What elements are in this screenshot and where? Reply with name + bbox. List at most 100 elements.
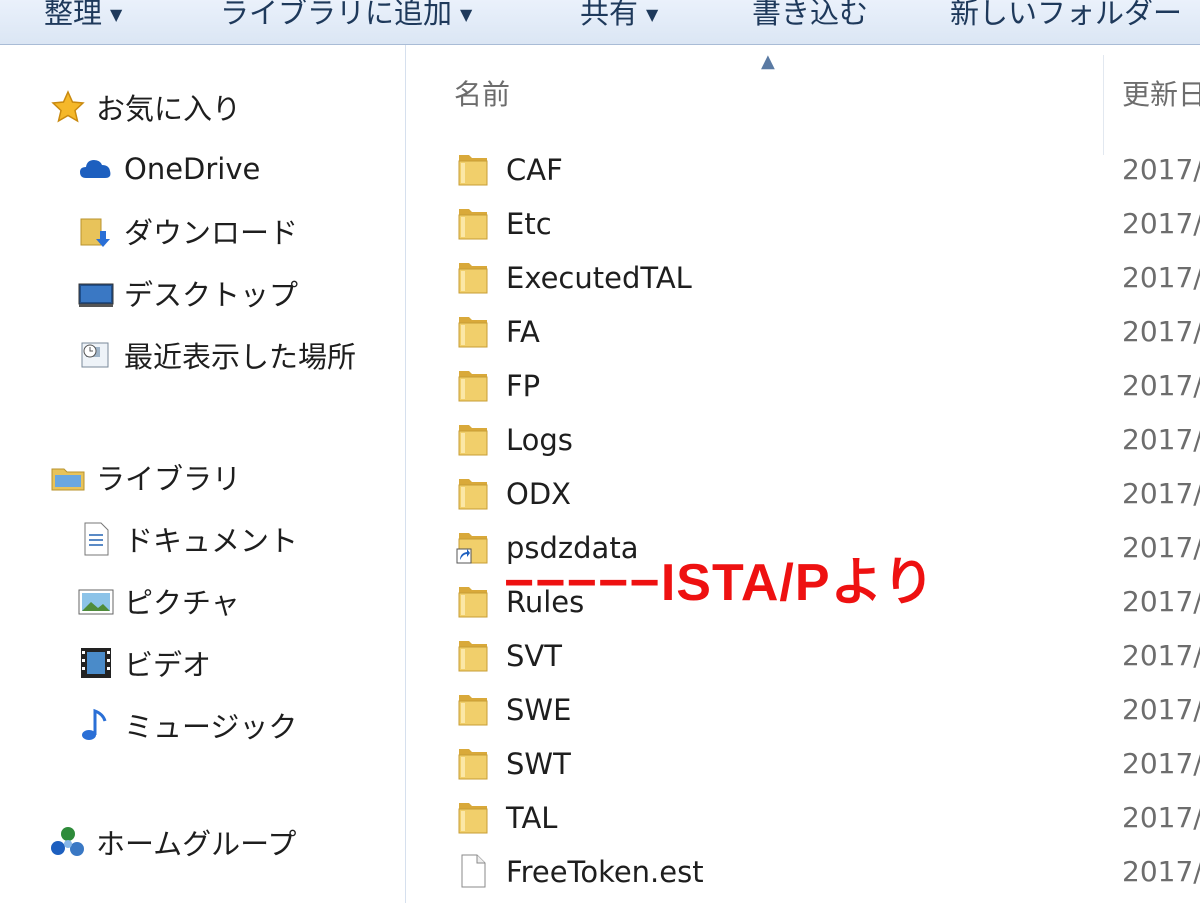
file-row[interactable]: FreeToken.est 2017/ (406, 845, 1200, 899)
file-modified-date: 2017/ (1122, 207, 1200, 240)
file-modified-date: 2017/ (1122, 477, 1200, 510)
sort-ascending-icon: ▲ (761, 51, 775, 72)
file-modified-date: 2017/ (1122, 855, 1200, 888)
music-note-icon (78, 707, 114, 743)
file-name: SVT (506, 639, 562, 673)
folder-icon (456, 367, 490, 403)
file-name: TAL (506, 801, 558, 835)
folder-icon (456, 475, 490, 511)
file-row[interactable]: FA 2017/ (406, 305, 1200, 359)
burn-label: 書き込む (752, 0, 869, 30)
nav-desktop[interactable]: デスクトップ (78, 271, 298, 315)
nav-pictures-label: ピクチャ (124, 586, 240, 620)
file-modified-date: 2017/ (1122, 531, 1200, 564)
file-row[interactable]: ODX 2017/ (406, 467, 1200, 521)
nav-homegroup-label: ホームグループ (96, 827, 297, 861)
nav-favorites[interactable]: お気に入り (50, 85, 241, 129)
burn-button[interactable]: 書き込む (752, 0, 868, 32)
downloads-folder-icon (78, 213, 114, 249)
folder-icon (456, 259, 490, 295)
file-modified-date: 2017/ (1122, 639, 1200, 672)
nav-onedrive[interactable]: OneDrive (78, 147, 260, 191)
folder-icon (456, 151, 490, 187)
nav-recent-places[interactable]: 最近表示した場所 (78, 333, 356, 377)
file-row[interactable]: FP 2017/ (406, 359, 1200, 413)
navigation-pane: お気に入り OneDrive ダウンロード デスクトップ 最近表示した場所 ライ… (0, 45, 406, 903)
file-name: FP (506, 369, 541, 403)
file-icon (456, 853, 490, 889)
nav-documents-label: ドキュメント (124, 524, 299, 558)
nav-videos-label: ビデオ (124, 648, 212, 682)
file-row[interactable]: SWT 2017/ (406, 737, 1200, 791)
add-to-library-label: ライブラリに追加 (220, 0, 453, 30)
nav-documents[interactable]: ドキュメント (78, 517, 298, 561)
nav-libraries-label: ライブラリ (96, 462, 242, 496)
share-menu[interactable]: 共有 ▼ (580, 0, 658, 32)
file-modified-date: 2017/ (1122, 423, 1200, 456)
file-row[interactable]: SVT 2017/ (406, 629, 1200, 683)
document-icon (78, 521, 114, 557)
cloud-icon (78, 151, 114, 187)
column-divider[interactable] (1103, 55, 1104, 155)
picture-icon (78, 583, 114, 619)
nav-pictures[interactable]: ピクチャ (78, 579, 240, 623)
file-modified-date: 2017/ (1122, 747, 1200, 780)
library-icon (50, 459, 86, 495)
homegroup-icon (50, 824, 86, 860)
annotation-text: −−−−−ISTA/Pより (504, 554, 936, 612)
file-modified-date: 2017/ (1122, 585, 1200, 618)
nav-favorites-label: お気に入り (96, 92, 242, 126)
file-row[interactable]: Logs 2017/ (406, 413, 1200, 467)
folder-icon (456, 421, 490, 457)
file-list-pane: ▲ 名前 更新日 CAF 2017/Etc 2017/ExecutedTAL 2017… (406, 45, 1200, 903)
folder-icon (456, 313, 490, 349)
file-name: SWT (506, 747, 571, 781)
folder-icon (456, 205, 490, 241)
new-folder-button[interactable]: 新しいフォルダー (950, 0, 1182, 32)
chevron-down-icon: ▼ (460, 5, 473, 24)
file-row[interactable]: CAF 2017/ (406, 143, 1200, 197)
star-icon (50, 89, 86, 125)
file-name: FA (506, 315, 540, 349)
file-name: FreeToken.est (506, 855, 704, 889)
recent-places-icon (78, 337, 114, 373)
nav-downloads-label: ダウンロード (124, 216, 299, 250)
column-header-modified[interactable]: 更新日 (1122, 73, 1200, 113)
folder-icon (456, 691, 490, 727)
file-modified-date: 2017/ (1122, 801, 1200, 834)
nav-music[interactable]: ミュージック (78, 703, 297, 747)
file-modified-date: 2017/ (1122, 693, 1200, 726)
file-modified-date: 2017/ (1122, 261, 1200, 294)
add-to-library-menu[interactable]: ライブラリに追加 ▼ (220, 0, 472, 32)
file-row[interactable]: Etc 2017/ (406, 197, 1200, 251)
nav-music-label: ミュージック (124, 710, 298, 744)
chevron-down-icon: ▼ (646, 5, 659, 24)
file-modified-date: 2017/ (1122, 369, 1200, 402)
command-bar: 整理 ▼ ライブラリに追加 ▼ 共有 ▼ 書き込む 新しいフォルダー (0, 0, 1200, 45)
organize-label: 整理 (44, 0, 103, 30)
folder-shortcut-icon (456, 529, 490, 565)
nav-downloads[interactable]: ダウンロード (78, 209, 298, 253)
nav-videos[interactable]: ビデオ (78, 641, 211, 685)
chevron-down-icon: ▼ (110, 5, 123, 24)
folder-icon (456, 745, 490, 781)
video-icon (78, 645, 114, 681)
file-name: ODX (506, 477, 572, 511)
file-name: ExecutedTAL (506, 261, 692, 295)
folder-icon (456, 583, 490, 619)
nav-homegroup[interactable]: ホームグループ (50, 820, 296, 864)
file-name: CAF (506, 153, 563, 187)
new-folder-label: 新しいフォルダー (950, 0, 1183, 30)
desktop-icon (78, 275, 114, 311)
file-row[interactable]: ExecutedTAL 2017/ (406, 251, 1200, 305)
file-name: SWE (506, 693, 572, 727)
file-row[interactable]: SWE 2017/ (406, 683, 1200, 737)
file-row[interactable]: TAL 2017/ (406, 791, 1200, 845)
organize-menu[interactable]: 整理 ▼ (44, 0, 122, 32)
nav-libraries[interactable]: ライブラリ (50, 455, 241, 499)
file-name: Etc (506, 207, 552, 241)
nav-recent-label: 最近表示した場所 (124, 340, 357, 374)
folder-icon (456, 637, 490, 673)
share-label: 共有 (580, 0, 639, 30)
column-header-name[interactable]: 名前 (454, 73, 510, 113)
